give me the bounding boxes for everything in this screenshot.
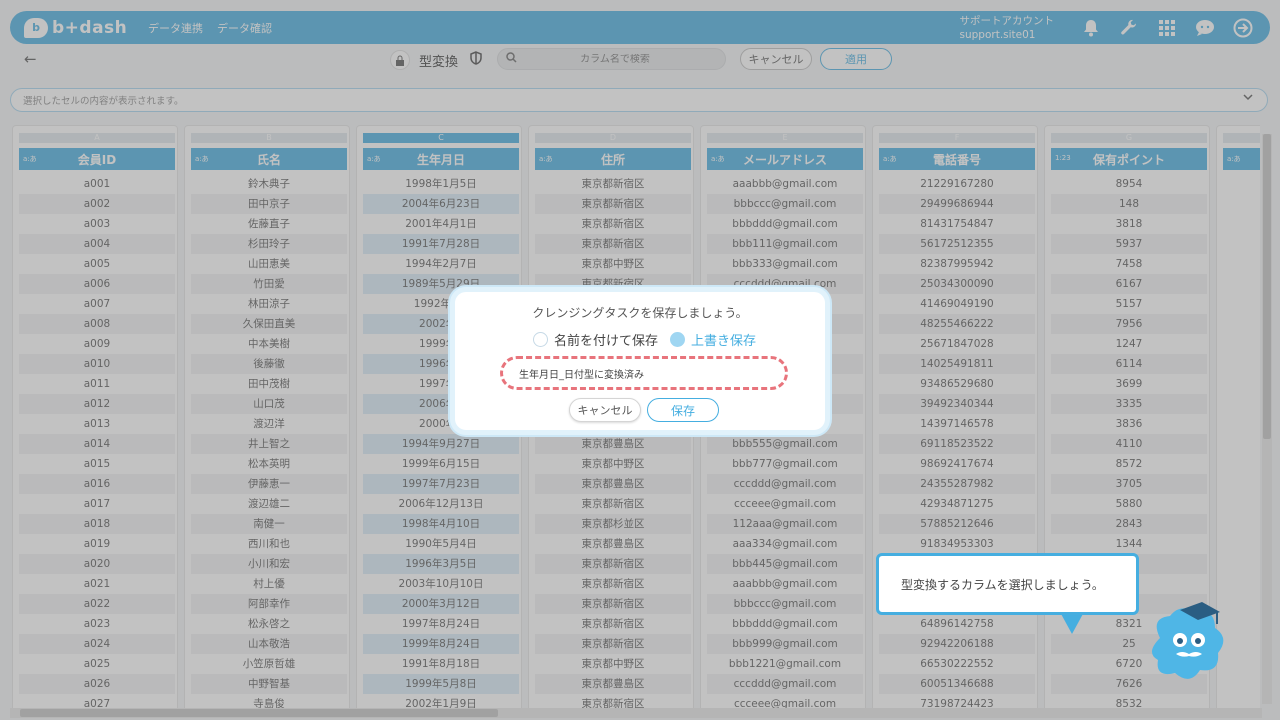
radio-dot[interactable]: [533, 332, 548, 347]
task-name-field[interactable]: 生年月日_日付型に変換済み: [500, 356, 788, 390]
mascot-icon: [1151, 602, 1224, 679]
tooltip-text: 型変換するカラムを選択しましょう。: [901, 577, 1104, 592]
tooltip-tail: [1060, 612, 1084, 634]
radio-overwrite[interactable]: 上書き保存: [670, 330, 756, 349]
modal-title: クレンジングタスクを保存しましょう。: [532, 306, 748, 320]
guide-tooltip: 型変換するカラムを選択しましょう。: [876, 553, 1139, 615]
modal-cancel-button[interactable]: キャンセル: [569, 398, 641, 422]
radio-save-as-new[interactable]: 名前を付けて保存: [533, 330, 658, 349]
modal-save-button[interactable]: 保存: [647, 398, 719, 422]
save-task-modal: クレンジングタスクを保存しましょう。 名前を付けて保存 上書き保存 生年月日_日…: [450, 287, 830, 435]
radio-dot[interactable]: [670, 332, 685, 347]
radio-label: 上書き保存: [691, 334, 757, 349]
radio-label: 名前を付けて保存: [554, 334, 659, 349]
